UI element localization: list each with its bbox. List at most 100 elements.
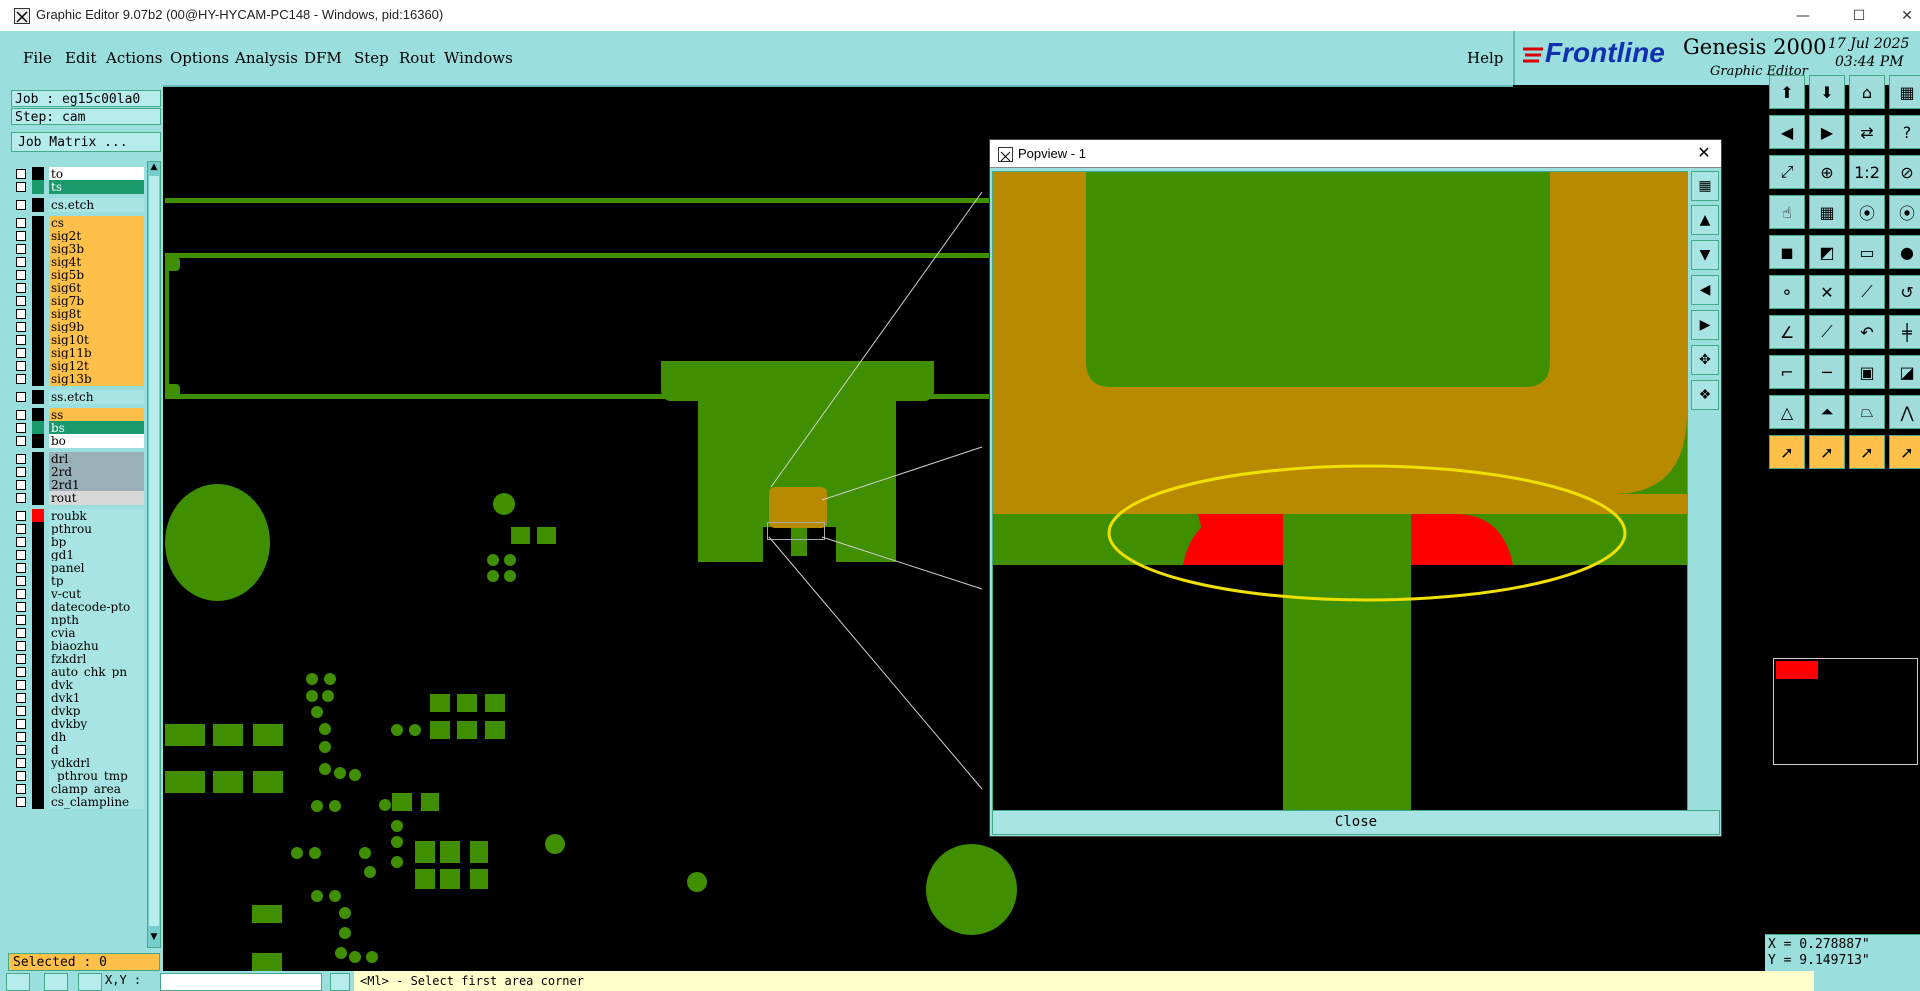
node-icon[interactable]: ⚬ [1769,275,1805,309]
layer-name[interactable]: datecode-pto [49,600,144,614]
layer-color-swatch[interactable] [32,346,44,360]
select-group-icon[interactable]: ➚ [1889,435,1920,469]
layer-color-swatch[interactable] [32,408,44,422]
layer-color-swatch[interactable] [32,717,44,731]
layer-checkbox[interactable] [16,392,26,402]
layer-checkbox[interactable] [16,732,26,742]
arc-icon[interactable]: ↶ [1849,315,1885,349]
layer-color-swatch[interactable] [32,743,44,757]
layer-name[interactable]: pthrou [49,522,144,536]
layer-name[interactable]: tp [49,574,144,588]
trapezoid-icon[interactable]: ⏢ [1849,395,1885,429]
layer-name[interactable]: drl [49,452,144,466]
layer-row-sig4t[interactable]: sig4t [13,255,144,269]
layer-name[interactable]: bs [49,421,144,435]
layer-name[interactable]: 2rd [49,465,144,479]
minus-icon[interactable]: ─ [1809,355,1845,389]
layer-name[interactable]: cs_clampline [49,795,144,809]
layer-row-clamp-area[interactable]: clamp_area [13,782,144,796]
layer-row-cs-etch[interactable]: cs.etch [13,198,144,212]
layer-color-swatch[interactable] [32,452,44,466]
layer-row-v-cut[interactable]: v-cut [13,587,144,601]
layer-row-sig6t[interactable]: sig6t [13,281,144,295]
layer-color-swatch[interactable] [32,704,44,718]
layer-color-swatch[interactable] [32,372,44,386]
layer-row-rout[interactable]: rout [13,491,144,505]
layer-name[interactable]: dh [49,730,144,744]
layer-name[interactable]: sig10t [49,333,144,347]
layer-checkbox[interactable] [16,771,26,781]
layer-row-drl[interactable]: drl [13,452,144,466]
layer-checkbox[interactable] [16,641,26,651]
minimize-icon[interactable]: — [1780,0,1826,31]
layer-row-sig12t[interactable]: sig12t [13,359,144,373]
layer-color-swatch[interactable] [32,198,44,212]
layer-name[interactable]: bo [49,434,144,448]
layer-checkbox[interactable] [16,493,26,503]
popview-pan-left-icon[interactable]: ◀ [1691,275,1719,305]
arrow-up-icon[interactable]: ⏶ [1809,395,1845,429]
layer-row-2rd1[interactable]: 2rd1 [13,478,144,492]
measure-tool-icon[interactable] [44,973,68,991]
layer-name[interactable]: roubk [49,509,144,523]
layer-name[interactable]: sig11b [49,346,144,360]
layer-checkbox[interactable] [16,283,26,293]
layer-name[interactable]: biaozhu [49,639,144,653]
layer-color-swatch[interactable] [32,229,44,243]
layer-color-swatch[interactable] [32,242,44,256]
layer-checkbox[interactable] [16,335,26,345]
layer-row-ss-etch[interactable]: ss.etch [13,390,144,404]
layer-name[interactable]: sig13b [49,372,144,386]
layer-color-swatch[interactable] [32,268,44,282]
layer-checkbox[interactable] [16,550,26,560]
layer-name[interactable]: clamp_area [49,782,144,796]
layer-color-swatch[interactable] [32,613,44,627]
layer-checkbox[interactable] [16,322,26,332]
layer-checkbox[interactable] [16,182,26,192]
layer-checkbox[interactable] [16,244,26,254]
layer-row-roubk[interactable]: roubk [13,509,144,523]
layer-color-swatch[interactable] [32,216,44,230]
split-icon[interactable]: ╪ [1889,315,1920,349]
layer-name[interactable]: npth [49,613,144,627]
corner-icon[interactable]: ⌐ [1769,355,1805,389]
open-step-icon[interactable]: ⬆ [1769,75,1805,109]
layer-name[interactable]: bp [49,535,144,549]
layer-row-sig10t[interactable]: sig10t [13,333,144,347]
layer-name[interactable]: cs.etch [49,198,144,212]
layer-checkbox[interactable] [16,231,26,241]
select-box-icon[interactable]: ➚ [1849,435,1885,469]
popview-zoom-in-icon[interactable]: ✥ [1691,345,1719,375]
layer-row--pthrou-tmp[interactable]: _pthrou_tmp [13,769,144,783]
layer-checkbox[interactable] [16,784,26,794]
layer-name[interactable]: sig9b [49,320,144,334]
layer-color-swatch[interactable] [32,639,44,653]
layer-row-bo[interactable]: bo [13,434,144,448]
layer-checkbox[interactable] [16,615,26,625]
menu-step[interactable]: Step [354,49,389,67]
layer-row-ts[interactable]: ts [13,180,144,194]
layer-row-dvkby[interactable]: dvkby [13,717,144,731]
zoom-prev-icon[interactable]: ◀ [1769,115,1805,149]
select-arrow-icon[interactable]: ➚ [1769,435,1805,469]
frame-icon[interactable]: ▣ [1849,355,1885,389]
layer-row-dvk[interactable]: dvk [13,678,144,692]
layer-row-ydkdrl[interactable]: ydkdrl [13,756,144,770]
layer-checkbox[interactable] [16,169,26,179]
layer-row-cvia[interactable]: cvia [13,626,144,640]
layer-row-sig8t[interactable]: sig8t [13,307,144,321]
layer-color-swatch[interactable] [32,587,44,601]
mini-map[interactable] [1773,658,1918,765]
angle-icon[interactable]: ∠ [1769,315,1805,349]
layer-row-cs[interactable]: cs [13,216,144,230]
layer-checkbox[interactable] [16,667,26,677]
slope-icon[interactable]: ⟋ [1809,315,1845,349]
menu-help[interactable]: Help [1467,49,1503,67]
layer-row-pthrou[interactable]: pthrou [13,522,144,536]
query-icon[interactable]: ⊘ [1889,155,1920,189]
layer-color-swatch[interactable] [32,522,44,536]
layer-color-swatch[interactable] [32,509,44,523]
scroll-down-icon[interactable]: ▼ [149,932,159,944]
layer-checkbox[interactable] [16,719,26,729]
layer-name[interactable]: dvk [49,678,144,692]
